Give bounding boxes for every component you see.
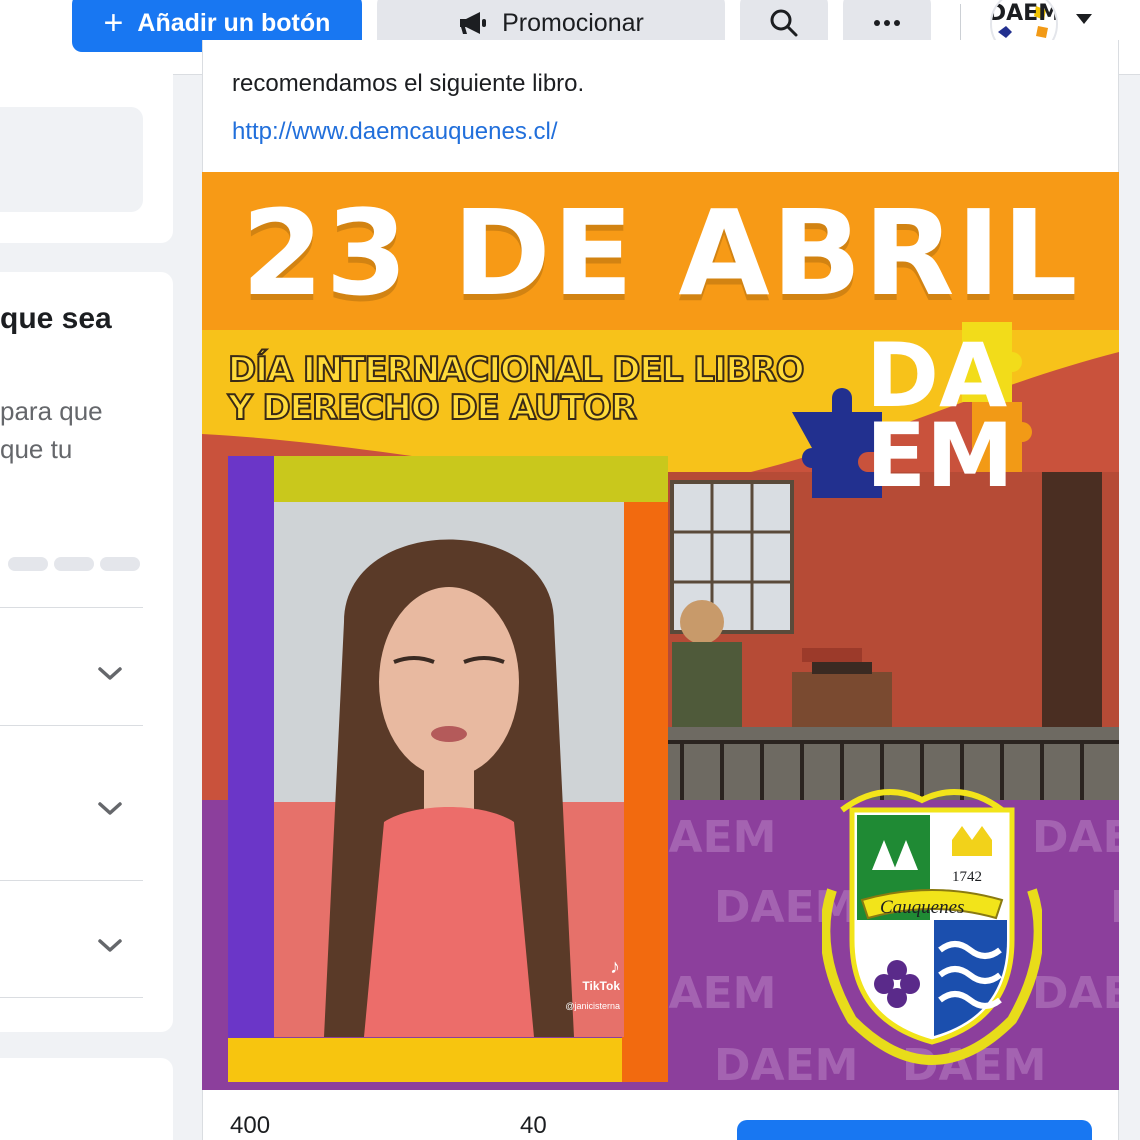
search-icon: [770, 9, 798, 37]
reach-count: 400: [230, 1112, 271, 1139]
pager-dot[interactable]: [54, 557, 94, 571]
tiktok-video[interactable]: ♪ TikTok @janicisterna: [274, 502, 624, 1037]
divider: [0, 607, 143, 608]
pager-dot[interactable]: [100, 557, 140, 571]
tiktok-label-text: TikTok: [582, 979, 620, 993]
boost-post-button[interactable]: [737, 1120, 1092, 1140]
tips-card: [0, 272, 173, 1032]
tiktok-logo-icon: ♪: [610, 956, 620, 978]
chevron-down-icon[interactable]: [97, 937, 123, 955]
tips-heading: que sea: [0, 302, 112, 335]
library-scene: [662, 472, 1119, 802]
divider: [0, 880, 143, 881]
banner-title: 23 DE ABRIL: [241, 184, 1080, 322]
person-photo: [274, 502, 624, 1037]
tips-text-line-2: que tu: [0, 434, 73, 464]
cauquenes-crest-icon: [822, 789, 1042, 1066]
watermark: DAEM: [1032, 968, 1119, 1019]
tips-text-line-1: para que: [0, 396, 103, 426]
post-image[interactable]: 23 DE ABRIL DÍA INTERNACIONAL DEL LIBRO …: [202, 172, 1119, 1090]
logo-text-bottom: EM: [866, 404, 1014, 507]
avatar-logo-text: DAEM: [992, 1, 1056, 26]
banner-subtitle-line-2: Y DERECHO DE AUTOR: [227, 387, 638, 429]
pager-dot[interactable]: [8, 557, 48, 571]
tiktok-username: @janicisterna: [565, 1001, 620, 1011]
promote-label: Promocionar: [502, 8, 644, 37]
stat-box: [0, 107, 143, 212]
background-scene: [662, 472, 1119, 802]
post-link[interactable]: http://www.daemcauquenes.cl/: [232, 118, 558, 146]
add-button-label: Añadir un botón: [137, 8, 331, 37]
left-card-bottom: [0, 1058, 173, 1140]
crest-name: Cauquenes: [880, 897, 965, 918]
watermark: DAEM: [1032, 812, 1119, 863]
megaphone-icon: [460, 12, 487, 34]
chevron-down-icon[interactable]: [97, 665, 123, 683]
plus-icon: +: [103, 4, 124, 42]
divider: [0, 997, 143, 998]
chevron-down-icon[interactable]: [97, 800, 123, 818]
banner-subtitle-line-1: DÍA INTERNACIONAL DEL LIBRO: [227, 349, 806, 391]
crest-year: 1742: [952, 869, 982, 885]
tiktok-label: ♪ TikTok: [582, 956, 620, 993]
caret-down-icon[interactable]: [1074, 12, 1094, 26]
engagement-count: 40: [520, 1112, 547, 1139]
more-icon: [874, 20, 900, 26]
post-text: recomendamos el siguiente libro.: [232, 70, 585, 97]
watermark: DAEM: [1110, 882, 1119, 933]
divider: [0, 725, 143, 726]
